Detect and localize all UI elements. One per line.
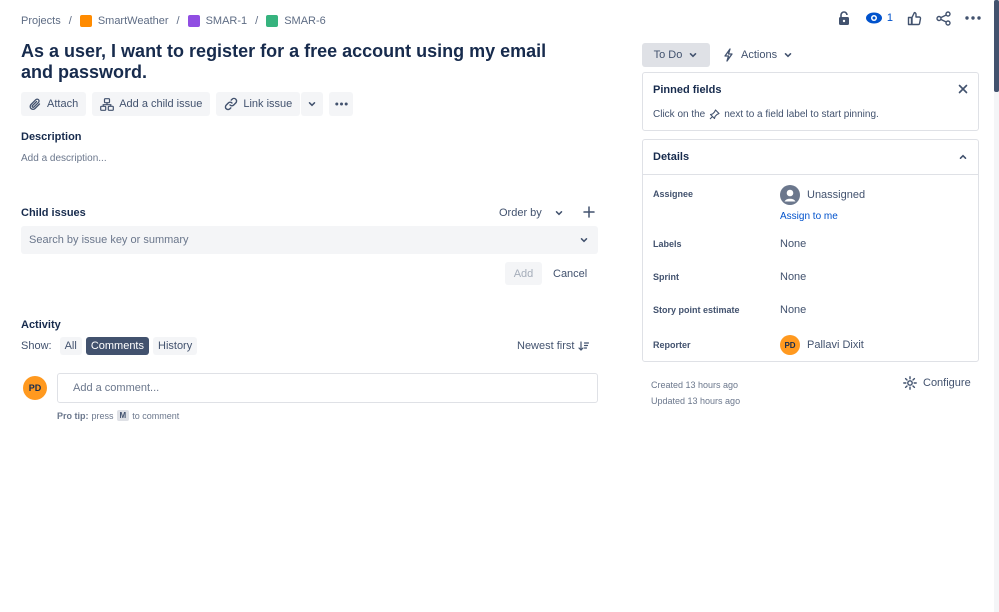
breadcrumb-separator: / bbox=[255, 15, 259, 27]
description-heading: Description bbox=[21, 131, 82, 143]
paperclip-icon bbox=[29, 98, 41, 110]
lock-button[interactable] bbox=[837, 10, 851, 26]
more-icon bbox=[965, 16, 981, 20]
labels-label: Labels bbox=[653, 239, 682, 249]
story-points-label: Story point estimate bbox=[653, 305, 740, 315]
link-issue-split-button: Link issue bbox=[216, 92, 324, 116]
details-title: Details bbox=[653, 151, 690, 163]
unassigned-avatar-icon bbox=[780, 185, 800, 205]
watchers-count: 1 bbox=[886, 12, 893, 24]
pinned-fields-panel: Pinned fields Click on the next to a fie… bbox=[642, 72, 979, 131]
watch-button[interactable]: 1 bbox=[865, 11, 893, 25]
activity-heading: Activity bbox=[21, 319, 61, 331]
chevron-down-icon bbox=[309, 102, 316, 107]
story-points-value[interactable]: None bbox=[780, 304, 806, 316]
issue-top-actions: 1 bbox=[837, 10, 981, 26]
add-child-confirm-button[interactable]: Add bbox=[505, 262, 542, 285]
breadcrumb-project[interactable]: SmartWeather bbox=[79, 15, 169, 27]
actions-button[interactable]: Actions bbox=[722, 43, 793, 67]
details-header[interactable]: Details bbox=[643, 140, 978, 175]
filter-comments[interactable]: Comments bbox=[85, 337, 149, 355]
details-panel: Details Assignee Unassigned Assign to me… bbox=[642, 139, 979, 362]
sprint-label: Sprint bbox=[653, 272, 679, 282]
reporter-value[interactable]: PD Pallavi Dixit bbox=[780, 335, 864, 355]
gear-icon bbox=[903, 376, 917, 390]
field-sprint: Sprint None bbox=[653, 271, 806, 283]
filter-history[interactable]: History bbox=[153, 337, 198, 355]
pinned-fields-title: Pinned fields bbox=[653, 84, 722, 96]
chevron-down-icon bbox=[784, 53, 792, 58]
shortcut-key: M bbox=[116, 410, 130, 421]
field-assignee: Assignee Unassigned Assign to me bbox=[653, 185, 865, 222]
pro-tip: Pro tip: press M to comment bbox=[57, 410, 180, 421]
scrollbar-thumb[interactable] bbox=[994, 0, 999, 92]
created-timestamp: Created 13 hours ago bbox=[651, 380, 739, 390]
link-icon bbox=[225, 97, 238, 111]
project-icon bbox=[79, 15, 92, 27]
issue-title[interactable]: As a user, I want to register for a free… bbox=[21, 41, 581, 83]
breadcrumb-separator: / bbox=[176, 15, 180, 27]
chevron-down-icon bbox=[555, 211, 563, 216]
toolbar-more-button[interactable] bbox=[329, 92, 354, 116]
status-button[interactable]: To Do bbox=[642, 43, 710, 67]
updated-timestamp: Updated 13 hours ago bbox=[651, 396, 741, 406]
field-reporter: Reporter PD Pallavi Dixit bbox=[653, 335, 864, 355]
comment-input[interactable]: Add a comment... bbox=[57, 373, 598, 403]
issue-toolbar: Attach Add a child issue Link issue bbox=[21, 92, 354, 116]
add-child-issue-button[interactable]: Add a child issue bbox=[92, 92, 211, 116]
more-actions-button[interactable] bbox=[965, 15, 981, 21]
assignee-label: Assignee bbox=[653, 189, 694, 199]
show-label: Show: bbox=[21, 340, 52, 352]
share-button[interactable] bbox=[936, 10, 951, 26]
order-by-button[interactable]: Order by bbox=[499, 205, 564, 221]
breadcrumb-issue[interactable]: SMAR-6 bbox=[266, 15, 326, 27]
chevron-up-icon bbox=[959, 154, 967, 159]
field-story-points: Story point estimate None bbox=[653, 304, 806, 316]
chevron-down-icon bbox=[690, 53, 697, 58]
breadcrumb-projects[interactable]: Projects bbox=[21, 15, 61, 27]
close-pinned-button[interactable] bbox=[958, 83, 968, 95]
sort-order-button[interactable]: Newest first bbox=[517, 340, 590, 352]
create-child-button[interactable] bbox=[583, 206, 595, 218]
reporter-label: Reporter bbox=[653, 340, 691, 350]
breadcrumb-separator: / bbox=[68, 15, 72, 27]
more-icon bbox=[335, 102, 348, 106]
link-issue-button[interactable]: Link issue bbox=[216, 92, 301, 116]
avatar: PD bbox=[23, 376, 47, 400]
pin-icon bbox=[709, 109, 720, 120]
lightning-icon bbox=[724, 48, 733, 62]
vote-button[interactable] bbox=[907, 11, 922, 26]
description-field[interactable]: Add a description... bbox=[21, 153, 107, 164]
eye-icon bbox=[865, 12, 882, 24]
attach-button[interactable]: Attach bbox=[21, 92, 87, 116]
cancel-button[interactable]: Cancel bbox=[553, 262, 587, 285]
breadcrumb-epic[interactable]: SMAR-1 bbox=[187, 15, 247, 27]
link-issue-dropdown[interactable] bbox=[301, 92, 324, 116]
sort-icon bbox=[578, 340, 590, 351]
child-issue-icon bbox=[100, 97, 115, 111]
breadcrumb: Projects / SmartWeather / SMAR-1 / SMAR-… bbox=[21, 13, 326, 29]
filter-all[interactable]: All bbox=[59, 337, 82, 355]
avatar: PD bbox=[780, 335, 800, 355]
pinned-fields-hint: Click on the next to a field label to st… bbox=[653, 109, 879, 120]
plus-icon bbox=[583, 206, 595, 218]
assignee-value[interactable]: Unassigned bbox=[780, 185, 865, 205]
close-icon bbox=[958, 84, 968, 94]
child-issue-search-input[interactable]: Search by issue key or summary bbox=[21, 226, 598, 254]
labels-value[interactable]: None bbox=[780, 238, 806, 250]
thumbs-up-icon bbox=[907, 11, 922, 25]
issue-meta: Created 13 hours ago Updated 13 hours ag… bbox=[651, 377, 740, 409]
pro-tip-label: Pro tip: bbox=[57, 410, 89, 421]
field-labels: Labels None bbox=[653, 238, 806, 250]
chevron-down-icon bbox=[580, 238, 588, 243]
child-issues-heading: Child issues bbox=[21, 207, 86, 219]
sprint-value[interactable]: None bbox=[780, 271, 806, 283]
epic-icon bbox=[187, 15, 200, 27]
story-icon bbox=[266, 15, 279, 27]
assign-to-me-link[interactable]: Assign to me bbox=[780, 211, 865, 222]
activity-filter: Show: All Comments History bbox=[21, 337, 198, 355]
configure-button[interactable]: Configure bbox=[903, 376, 971, 390]
lock-icon bbox=[838, 11, 849, 25]
share-icon bbox=[936, 10, 951, 26]
